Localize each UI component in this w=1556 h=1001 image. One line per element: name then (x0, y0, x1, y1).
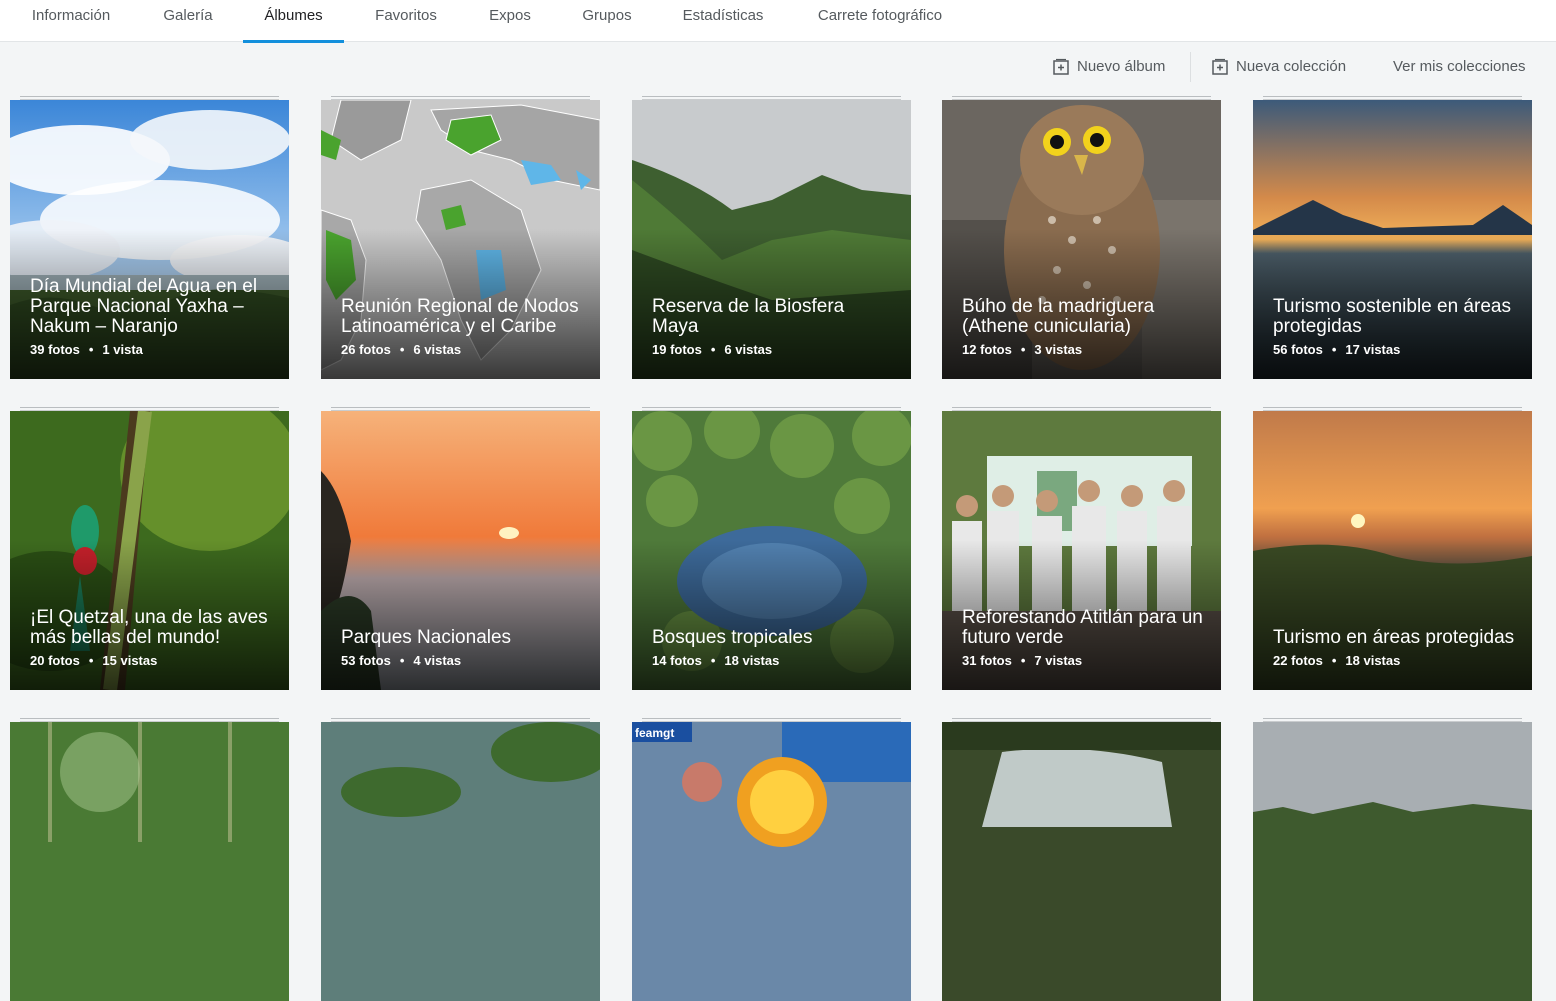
new-collection-label: Nueva colección (1236, 58, 1347, 75)
meta-separator: • (88, 342, 94, 357)
album-photo-count: 19 fotos (652, 342, 702, 357)
meta-separator: • (1020, 653, 1026, 668)
tab-expos[interactable]: Expos (480, 0, 540, 42)
album-meta: 56 fotos • 17 vistas (1273, 342, 1400, 357)
album-overlay-text: feamgt (635, 726, 675, 740)
album-cover-photo (1253, 722, 1532, 1001)
add-album-icon (1053, 58, 1069, 75)
album-card[interactable]: Turismo en áreas protegidas 22 fotos • 18 … (1253, 407, 1532, 690)
album-card[interactable]: Turismo sostenible en áreas protegidas 5… (1253, 96, 1532, 379)
album-card[interactable]: Reforestando Atitlán para un futuro verd… (942, 407, 1221, 690)
album-view-count: 7 vistas (1034, 653, 1083, 668)
album-view-count: 18 vistas (724, 653, 780, 668)
album-photo-count: 31 fotos (962, 653, 1012, 668)
album-card[interactable]: Reunión Regional de Nodos Latinoamérica … (321, 96, 600, 379)
album-title: Reforestando Atitlán para un futuro verd… (962, 607, 1203, 648)
action-divider (1190, 52, 1191, 82)
album-view-count: 1 vista (102, 342, 143, 357)
meta-separator: • (1331, 653, 1337, 668)
album-cover-photo (10, 722, 289, 1001)
tab-carrete-fotografico[interactable]: Carrete fotográfico (806, 0, 954, 42)
album-view-count: 4 vistas (413, 653, 462, 668)
album-cover-photo (321, 722, 600, 1001)
album-view-count: 6 vistas (413, 342, 462, 357)
meta-separator: • (88, 653, 94, 668)
album-meta: 22 fotos • 18 vistas (1273, 653, 1400, 668)
album-photo-count: 53 fotos (341, 653, 391, 668)
album-card[interactable] (1253, 718, 1532, 1001)
album-meta: 20 fotos • 15 vistas (30, 653, 157, 668)
album-title: ¡El Quetzal, una de las aves más bellas … (30, 607, 268, 648)
tab-galeria[interactable]: Galería (155, 0, 221, 42)
album-title: Día Mundial del Agua en el Parque Nacion… (30, 276, 258, 337)
album-card[interactable] (10, 718, 289, 1001)
album-title: Bosques tropicales (652, 627, 813, 648)
meta-separator: • (1331, 342, 1337, 357)
album-card[interactable]: Búho de la madriguera (Athene cuniculari… (942, 96, 1221, 379)
tab-albumes[interactable]: Álbumes (243, 0, 344, 43)
view-collections-label: Ver mis colecciones (1393, 58, 1526, 75)
tab-grupos[interactable]: Grupos (573, 0, 641, 42)
meta-separator: • (399, 653, 405, 668)
album-cover-photo (632, 722, 911, 1001)
album-title: Búho de la madriguera (Athene cuniculari… (962, 296, 1155, 337)
album-view-count: 17 vistas (1345, 342, 1401, 357)
view-collections-link[interactable]: Ver mis colecciones (1393, 56, 1526, 78)
album-photo-count: 20 fotos (30, 653, 80, 668)
album-photo-count: 26 fotos (341, 342, 391, 357)
album-view-count: 3 vistas (1034, 342, 1083, 357)
tab-informacion[interactable]: Información (22, 0, 120, 42)
album-meta: 31 fotos • 7 vistas (962, 653, 1082, 668)
top-navigation: Información Galería Álbumes Favoritos Ex… (0, 0, 1556, 43)
album-photo-count: 14 fotos (652, 653, 702, 668)
tab-favoritos[interactable]: Favoritos (366, 0, 446, 42)
album-meta: 12 fotos • 3 vistas (962, 342, 1082, 357)
album-title: Turismo en áreas protegidas (1273, 627, 1515, 648)
album-card[interactable] (942, 718, 1221, 1001)
meta-separator: • (710, 653, 716, 668)
meta-separator: • (1020, 342, 1026, 357)
album-photo-count: 39 fotos (30, 342, 80, 357)
album-cover-photo (942, 722, 1221, 1001)
album-meta: 14 fotos • 18 vistas (652, 653, 779, 668)
album-title: Reserva de la Biosfera Maya (652, 296, 845, 337)
album-card[interactable]: Bosques tropicales 14 fotos • 18 vistas (632, 407, 911, 690)
new-album-label: Nuevo álbum (1077, 58, 1166, 75)
album-card[interactable] (321, 718, 600, 1001)
album-photo-count: 56 fotos (1273, 342, 1323, 357)
album-view-count: 6 vistas (724, 342, 773, 357)
album-card[interactable]: feamgt (632, 718, 911, 1001)
meta-separator: • (399, 342, 405, 357)
album-title: Turismo sostenible en áreas protegidas (1273, 296, 1511, 337)
album-meta: 53 fotos • 4 vistas (341, 653, 461, 668)
album-title: Reunión Regional de Nodos Latinoamérica … (341, 296, 579, 337)
album-card[interactable]: Día Mundial del Agua en el Parque Nacion… (10, 96, 289, 379)
album-view-count: 18 vistas (1345, 653, 1401, 668)
tab-estadisticas[interactable]: Estadísticas (675, 0, 771, 42)
album-title: Parques Nacionales (341, 627, 512, 648)
album-card[interactable]: Parques Nacionales 53 fotos • 4 vistas (321, 407, 600, 690)
album-card[interactable]: Reserva de la Biosfera Maya 19 fotos • 6 v… (632, 96, 911, 379)
add-collection-icon (1212, 58, 1228, 75)
album-view-count: 15 vistas (102, 653, 158, 668)
album-meta: 26 fotos • 6 vistas (341, 342, 461, 357)
meta-separator: • (710, 342, 716, 357)
album-photo-count: 22 fotos (1273, 653, 1323, 668)
album-meta: 19 fotos • 6 vistas (652, 342, 772, 357)
album-meta: 39 fotos • 1 vista (30, 342, 143, 357)
album-photo-count: 12 fotos (962, 342, 1012, 357)
album-card[interactable]: ¡El Quetzal, una de las aves más bellas … (10, 407, 289, 690)
